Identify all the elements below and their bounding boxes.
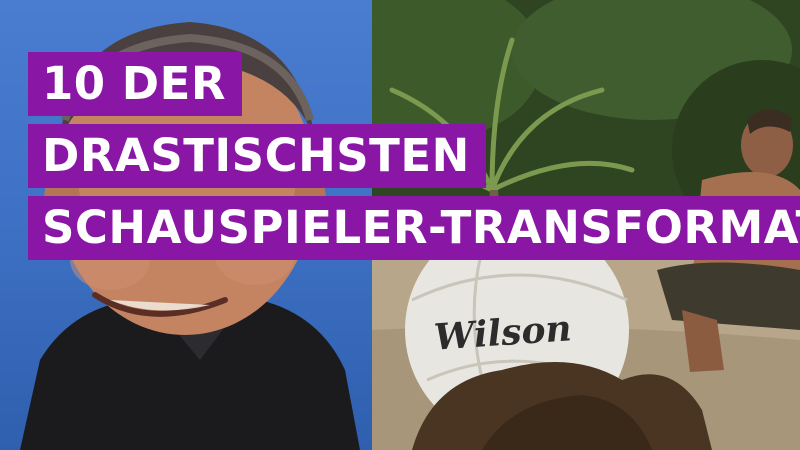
headline-line-1: 10 DER (28, 52, 243, 116)
headline-line-3: SCHAUSPIELER-TRANSFORMATIONEN (28, 196, 800, 260)
headline-line-2: DRASTISCHSTEN (28, 124, 486, 188)
